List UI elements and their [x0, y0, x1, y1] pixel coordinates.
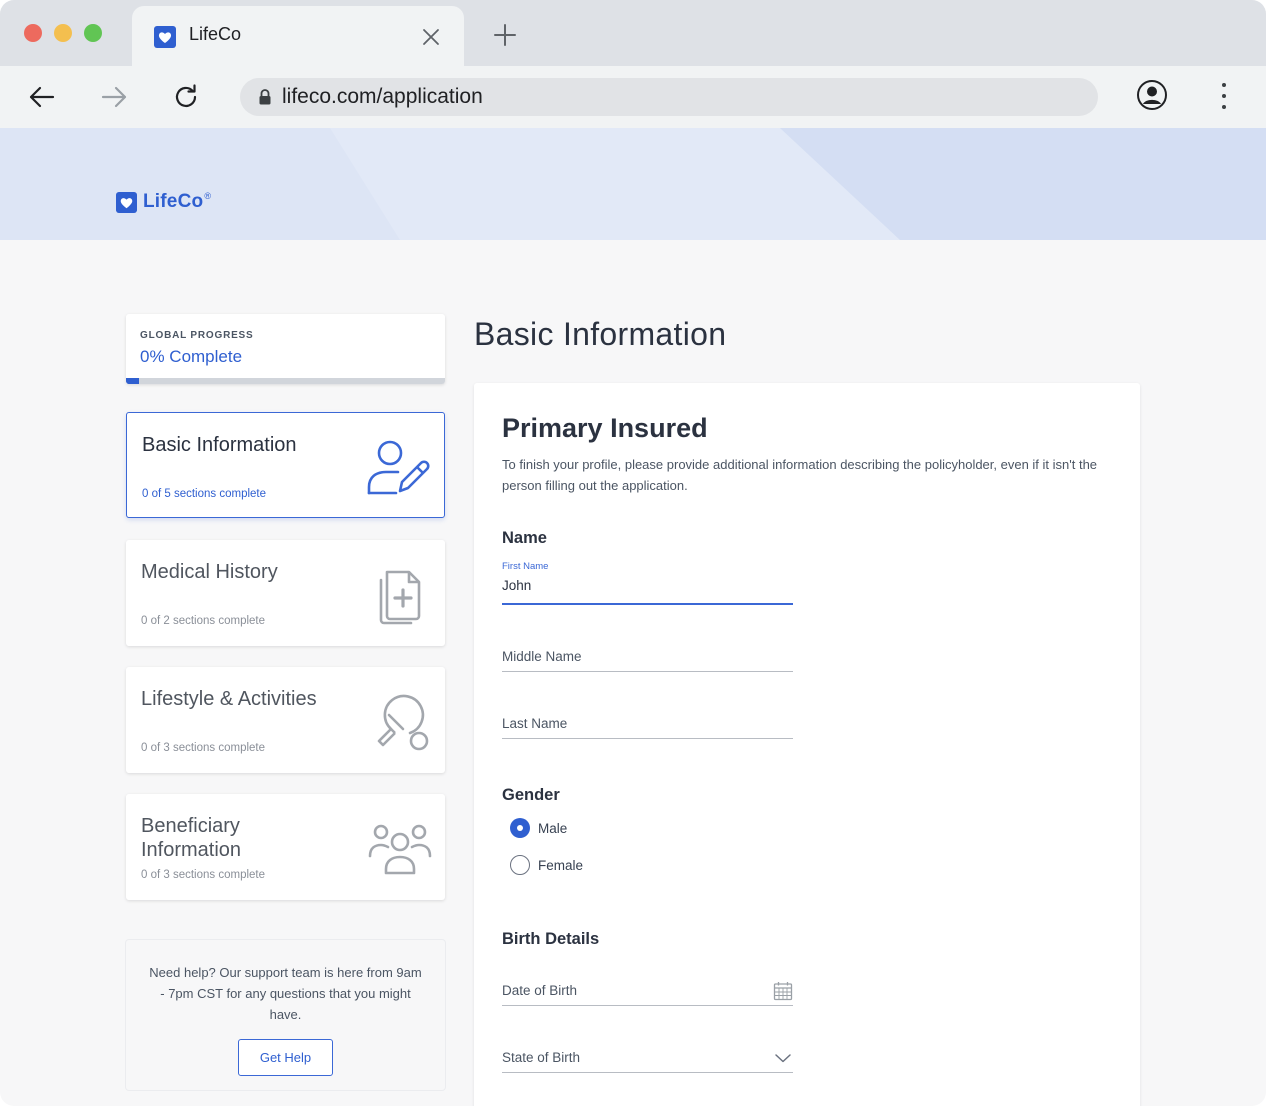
header-banner: LifeCo ® [0, 128, 1266, 240]
female-label: Female [538, 857, 584, 873]
chevron-down-icon[interactable] [773, 1048, 793, 1068]
group-icon [368, 824, 432, 875]
date-of-birth-underline [502, 1005, 793, 1006]
heart-logo-icon [116, 191, 137, 213]
tab-title: LifeCo [189, 24, 242, 44]
tab-strip: LifeCo [0, 0, 1266, 66]
gender-option-male[interactable]: Male [510, 817, 567, 839]
address-bar[interactable]: lifeco.com/application [240, 78, 1098, 116]
back-arrow-icon[interactable] [26, 81, 58, 113]
browser-toolbar: lifeco.com/application [0, 66, 1266, 128]
last-name-underline [502, 738, 793, 739]
sidebar-item-lifestyle-activities[interactable]: Lifestyle & Activities 0 of 3 sections c… [126, 667, 445, 773]
user-edit-icon [367, 440, 430, 495]
global-progress-card: GLOBAL PROGRESS 0% Complete [126, 314, 445, 384]
middle-name-field[interactable] [502, 628, 793, 672]
brand-registered-mark: ® [204, 191, 211, 201]
banner-background [330, 128, 1266, 240]
section-progress: 0 of 3 sections complete [141, 869, 266, 881]
progress-value: 0% Complete [140, 347, 243, 366]
progress-fill [126, 378, 139, 384]
middle-name-input[interactable] [502, 644, 793, 668]
first-name-underline [502, 603, 793, 605]
date-of-birth-field[interactable] [502, 962, 793, 1006]
birth-details-group-label: Birth Details [502, 930, 600, 948]
sidebar-item-beneficiary-information[interactable]: Beneficiary Information 0 of 3 sections … [126, 794, 445, 900]
section-title: Basic Information [142, 434, 297, 456]
section-title: Medical History [141, 561, 278, 583]
first-name-input[interactable] [502, 573, 793, 597]
ping-pong-icon [377, 694, 429, 751]
profile-icon[interactable] [1136, 79, 1168, 111]
gender-group-label: Gender [502, 786, 560, 804]
sidebar-item-medical-history[interactable]: Medical History 0 of 2 sections complete [126, 540, 445, 646]
browser-tab[interactable]: LifeCo [132, 6, 464, 66]
help-text: Need help? Our support team is here from… [149, 965, 422, 1022]
state-of-birth-field[interactable] [502, 1029, 793, 1073]
calendar-icon[interactable] [773, 981, 793, 1001]
female-radio[interactable] [510, 855, 530, 875]
last-name-field[interactable] [502, 695, 793, 739]
section-title: Lifestyle & Activities [141, 688, 317, 710]
close-window-button[interactable] [24, 24, 42, 42]
section-title: Beneficiary Information [141, 815, 242, 861]
medical-document-icon [379, 570, 421, 625]
form-title: Primary Insured [502, 413, 708, 443]
reload-icon[interactable] [170, 81, 202, 113]
middle-name-underline [502, 671, 793, 672]
more-menu-icon[interactable] [1212, 80, 1236, 112]
sidebar-item-basic-information[interactable]: Basic Information 0 of 5 sections comple… [126, 412, 445, 518]
first-name-field[interactable]: First Name [502, 561, 793, 605]
close-tab-icon[interactable] [420, 26, 442, 48]
page-title: Basic Information [474, 316, 727, 352]
section-progress: 0 of 5 sections complete [142, 488, 267, 500]
minimize-window-button[interactable] [54, 24, 72, 42]
form-description: To finish your profile, please provide a… [502, 457, 1098, 493]
progress-label: GLOBAL PROGRESS [140, 330, 254, 341]
new-tab-icon[interactable] [492, 22, 518, 48]
male-label: Male [538, 820, 568, 836]
gender-option-female[interactable]: Female [510, 854, 583, 876]
maximize-window-button[interactable] [84, 24, 102, 42]
date-of-birth-input[interactable] [502, 978, 793, 1002]
browser-window: LifeCo lifeco.com/application LifeCo ® G… [0, 0, 1266, 1106]
help-card: Need help? Our support team is here from… [126, 940, 445, 1090]
section-progress: 0 of 2 sections complete [141, 615, 266, 627]
forward-arrow-icon[interactable] [98, 81, 130, 113]
get-help-button[interactable]: Get Help [238, 1039, 333, 1076]
state-of-birth-underline [502, 1072, 793, 1073]
url-text: lifeco.com/application [282, 85, 483, 108]
first-name-label: First Name [502, 561, 549, 572]
form-panel: Primary Insured To finish your profile, … [474, 383, 1140, 1106]
progress-track [126, 378, 445, 384]
lock-icon [259, 89, 271, 105]
name-group-label: Name [502, 529, 547, 547]
section-progress: 0 of 3 sections complete [141, 742, 266, 754]
last-name-input[interactable] [502, 711, 793, 735]
brand-name: LifeCo [143, 191, 204, 212]
lifeco-favicon-icon [154, 26, 176, 48]
state-of-birth-select[interactable] [502, 1045, 793, 1069]
male-radio[interactable] [510, 818, 530, 838]
brand-logo[interactable]: LifeCo ® [116, 190, 211, 214]
